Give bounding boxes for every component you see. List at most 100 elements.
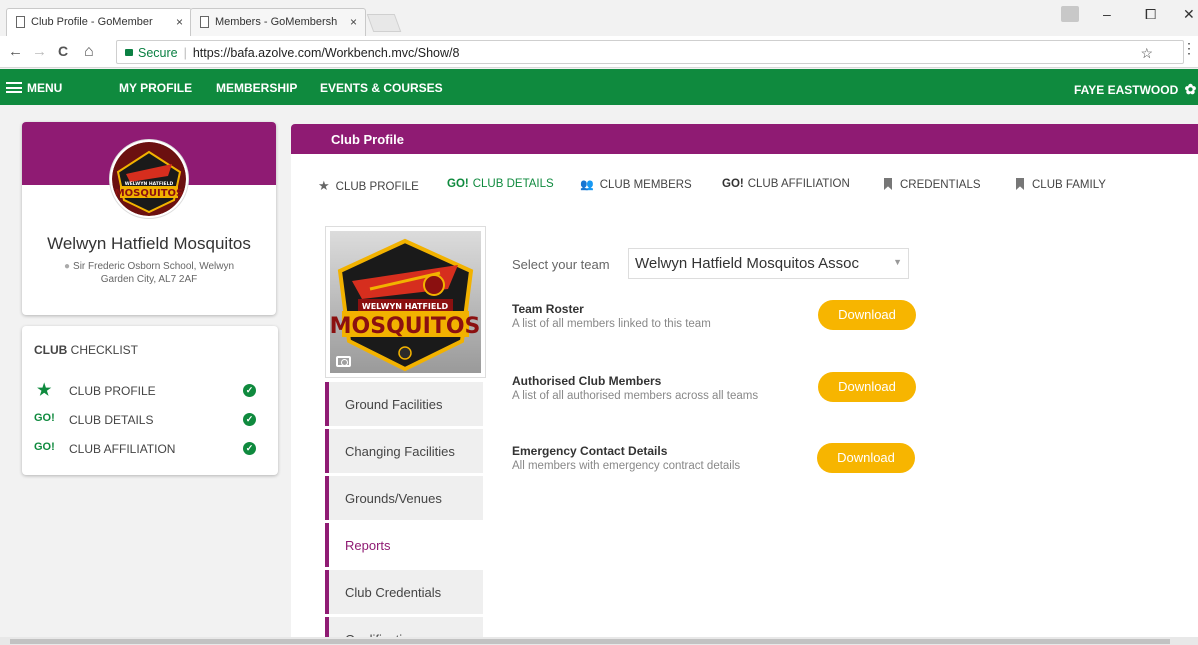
side-menu-club-credentials[interactable]: Club Credentials [325, 570, 483, 614]
document-icon [200, 16, 209, 28]
tab-club-profile[interactable]: ★ CLUB PROFILE [318, 178, 419, 194]
bookmark-icon [1016, 178, 1024, 190]
svg-text:WELWYN HATFIELD: WELWYN HATFIELD [125, 181, 174, 187]
club-logo-icon: MOSQUITOS WELWYN HATFIELD [112, 142, 186, 216]
club-address-text: Sir Frederic Osborn School, Welwyn Garde… [73, 261, 235, 285]
tab-club-affiliation[interactable]: GO! CLUB AFFILIATION [722, 178, 850, 190]
lock-icon [125, 49, 133, 56]
tab-label: CLUB DETAILS [472, 178, 554, 190]
members-icon: 👥 [580, 179, 594, 191]
club-logo-avatar: MOSQUITOS WELWYN HATFIELD [110, 140, 188, 218]
checklist-title-bold: CLUB [34, 343, 68, 357]
page-title: Club Profile [331, 132, 404, 147]
club-logo-box[interactable]: MOSQUITOS WELWYN HATFIELD [325, 226, 486, 378]
page: Club Profile - GoMember × Members - GoMe… [0, 0, 1198, 645]
tab-close-icon[interactable]: × [350, 15, 357, 29]
nav-my-profile[interactable]: MY PROFILE [119, 81, 192, 95]
browser-menu-icon[interactable]: ⋮ [1182, 40, 1196, 57]
club-address: ● Sir Frederic Osborn School, Welwyn Gard… [62, 260, 236, 286]
tab-label: CREDENTIALS [900, 179, 981, 191]
tab-close-icon[interactable]: × [176, 15, 183, 29]
checklist-title: CLUB CHECKLIST [34, 343, 138, 357]
tab-members[interactable]: Members - GoMembersh × [190, 8, 366, 36]
checklist-item-club-profile[interactable]: ★ CLUB PROFILE ✓ [34, 382, 266, 402]
browser-tab-bar: Club Profile - GoMember × Members - GoMe… [0, 0, 1198, 36]
svg-text:MOSQUITOS: MOSQUITOS [115, 188, 184, 199]
club-name: Welwyn Hatfield Mosquitos [47, 234, 251, 253]
nav-events-courses[interactable]: EVENTS & COURSES [320, 81, 443, 95]
club-checklist-card: CLUB CHECKLIST ★ CLUB PROFILE ✓ GO! CLUB… [22, 326, 278, 475]
tab-label: CLUB PROFILE [335, 181, 419, 193]
main-header: Club Profile [291, 124, 1198, 154]
url-text: https://bafa.azolve.com/Workbench.mvc/Sh… [192, 46, 460, 60]
team-select-label: Select your team [512, 257, 610, 272]
map-pin-icon: ● [63, 261, 71, 272]
side-menu-grounds-venues[interactable]: Grounds/Venues [325, 476, 483, 520]
forward-icon[interactable]: → [32, 43, 47, 60]
new-tab-button[interactable] [366, 14, 402, 32]
star-icon: ★ [318, 178, 330, 193]
horizontal-scrollbar[interactable] [0, 637, 1198, 645]
back-icon[interactable]: ← [8, 43, 23, 60]
club-logo-icon: MOSQUITOS WELWYN HATFIELD [330, 238, 480, 372]
go-icon: GO! [722, 178, 744, 190]
tab-label: CLUB MEMBERS [599, 179, 692, 191]
bookmark-icon [884, 178, 892, 190]
side-menu-reports[interactable]: Reports [325, 523, 483, 567]
chevron-down-icon: ▼ [891, 257, 902, 267]
user-name: FAYE EASTWOOD [1074, 83, 1179, 97]
club-logo-image: MOSQUITOS WELWYN HATFIELD [330, 231, 481, 373]
reload-icon[interactable]: C [58, 43, 68, 59]
checklist-item-label: CLUB DETAILS [69, 413, 154, 427]
tab-club-details[interactable]: GO! CLUB DETAILS [447, 178, 554, 190]
team-select-value: Welwyn Hatfield Mosquitos Assoc [635, 255, 859, 272]
checklist-item-club-details[interactable]: GO! CLUB DETAILS ✓ [34, 411, 266, 431]
separator: | [183, 46, 187, 60]
address-bar-row: ← → C ⌂ Secure | https://bafa.azolve.com/W… [0, 36, 1198, 68]
check-circle-icon: ✓ [243, 413, 256, 426]
svg-text:MOSQUITOS: MOSQUITOS [330, 314, 480, 339]
menu-label: MENU [27, 81, 63, 95]
checklist-item-label: CLUB AFFILIATION [69, 442, 176, 456]
maximize-icon[interactable]: ⧠ [1145, 6, 1156, 23]
team-select[interactable]: Welwyn Hatfield Mosquitos Assoc ▼ [628, 248, 909, 279]
home-icon[interactable]: ⌂ [84, 43, 94, 61]
window-close-icon[interactable]: ✕ [1183, 6, 1195, 23]
go-icon: GO! [34, 412, 55, 424]
star-icon: ★ [37, 382, 52, 399]
minimize-icon[interactable]: – [1103, 6, 1111, 22]
tab-label: CLUB FAMILY [1032, 179, 1106, 191]
side-menu-ground-facilities[interactable]: Ground Facilities [325, 382, 483, 426]
download-emergency-contacts-button[interactable]: Download [817, 443, 915, 473]
tab-title: Members - GoMembersh [215, 16, 338, 28]
go-icon: GO! [447, 178, 469, 190]
download-authorised-members-button[interactable]: Download [818, 372, 916, 402]
profile-icon[interactable] [1061, 6, 1079, 22]
camera-icon[interactable] [336, 356, 351, 367]
side-menu-changing-facilities[interactable]: Changing Facilities [325, 429, 483, 473]
go-icon: GO! [34, 441, 55, 453]
tab-title: Club Profile - GoMember [31, 16, 153, 28]
tab-club-members[interactable]: 👥 CLUB MEMBERS [580, 178, 692, 191]
club-card: MOSQUITOS WELWYN HATFIELD Welwyn Hatfiel… [22, 122, 276, 315]
svg-text:WELWYN HATFIELD: WELWYN HATFIELD [362, 302, 449, 311]
bookmark-star-icon[interactable]: ☆ [1140, 45, 1153, 62]
secure-label: Secure [138, 46, 178, 60]
tab-club-profile[interactable]: Club Profile - GoMember × [6, 8, 192, 36]
check-circle-icon: ✓ [243, 442, 256, 455]
tab-club-family[interactable]: CLUB FAMILY [1016, 178, 1106, 191]
scrollbar-thumb[interactable] [10, 639, 1170, 644]
checklist-item-label: CLUB PROFILE [69, 384, 156, 398]
menu-button[interactable]: MENU [6, 81, 62, 95]
download-team-roster-button[interactable]: Download [818, 300, 916, 330]
club-side-menu: Ground Facilities Changing Facilities Gr… [325, 382, 483, 645]
checklist-item-club-affiliation[interactable]: GO! CLUB AFFILIATION ✓ [34, 440, 266, 460]
address-bar[interactable]: Secure | https://bafa.azolve.com/Workbench… [116, 40, 1184, 64]
hamburger-icon [6, 82, 22, 93]
user-menu[interactable]: FAYE EASTWOOD ✿ [1074, 81, 1196, 98]
tab-label: CLUB AFFILIATION [747, 178, 850, 190]
tab-credentials[interactable]: CREDENTIALS [884, 178, 981, 191]
check-circle-icon: ✓ [243, 384, 256, 397]
gear-icon: ✿ [1184, 81, 1197, 97]
nav-membership[interactable]: MEMBERSHIP [216, 81, 297, 95]
